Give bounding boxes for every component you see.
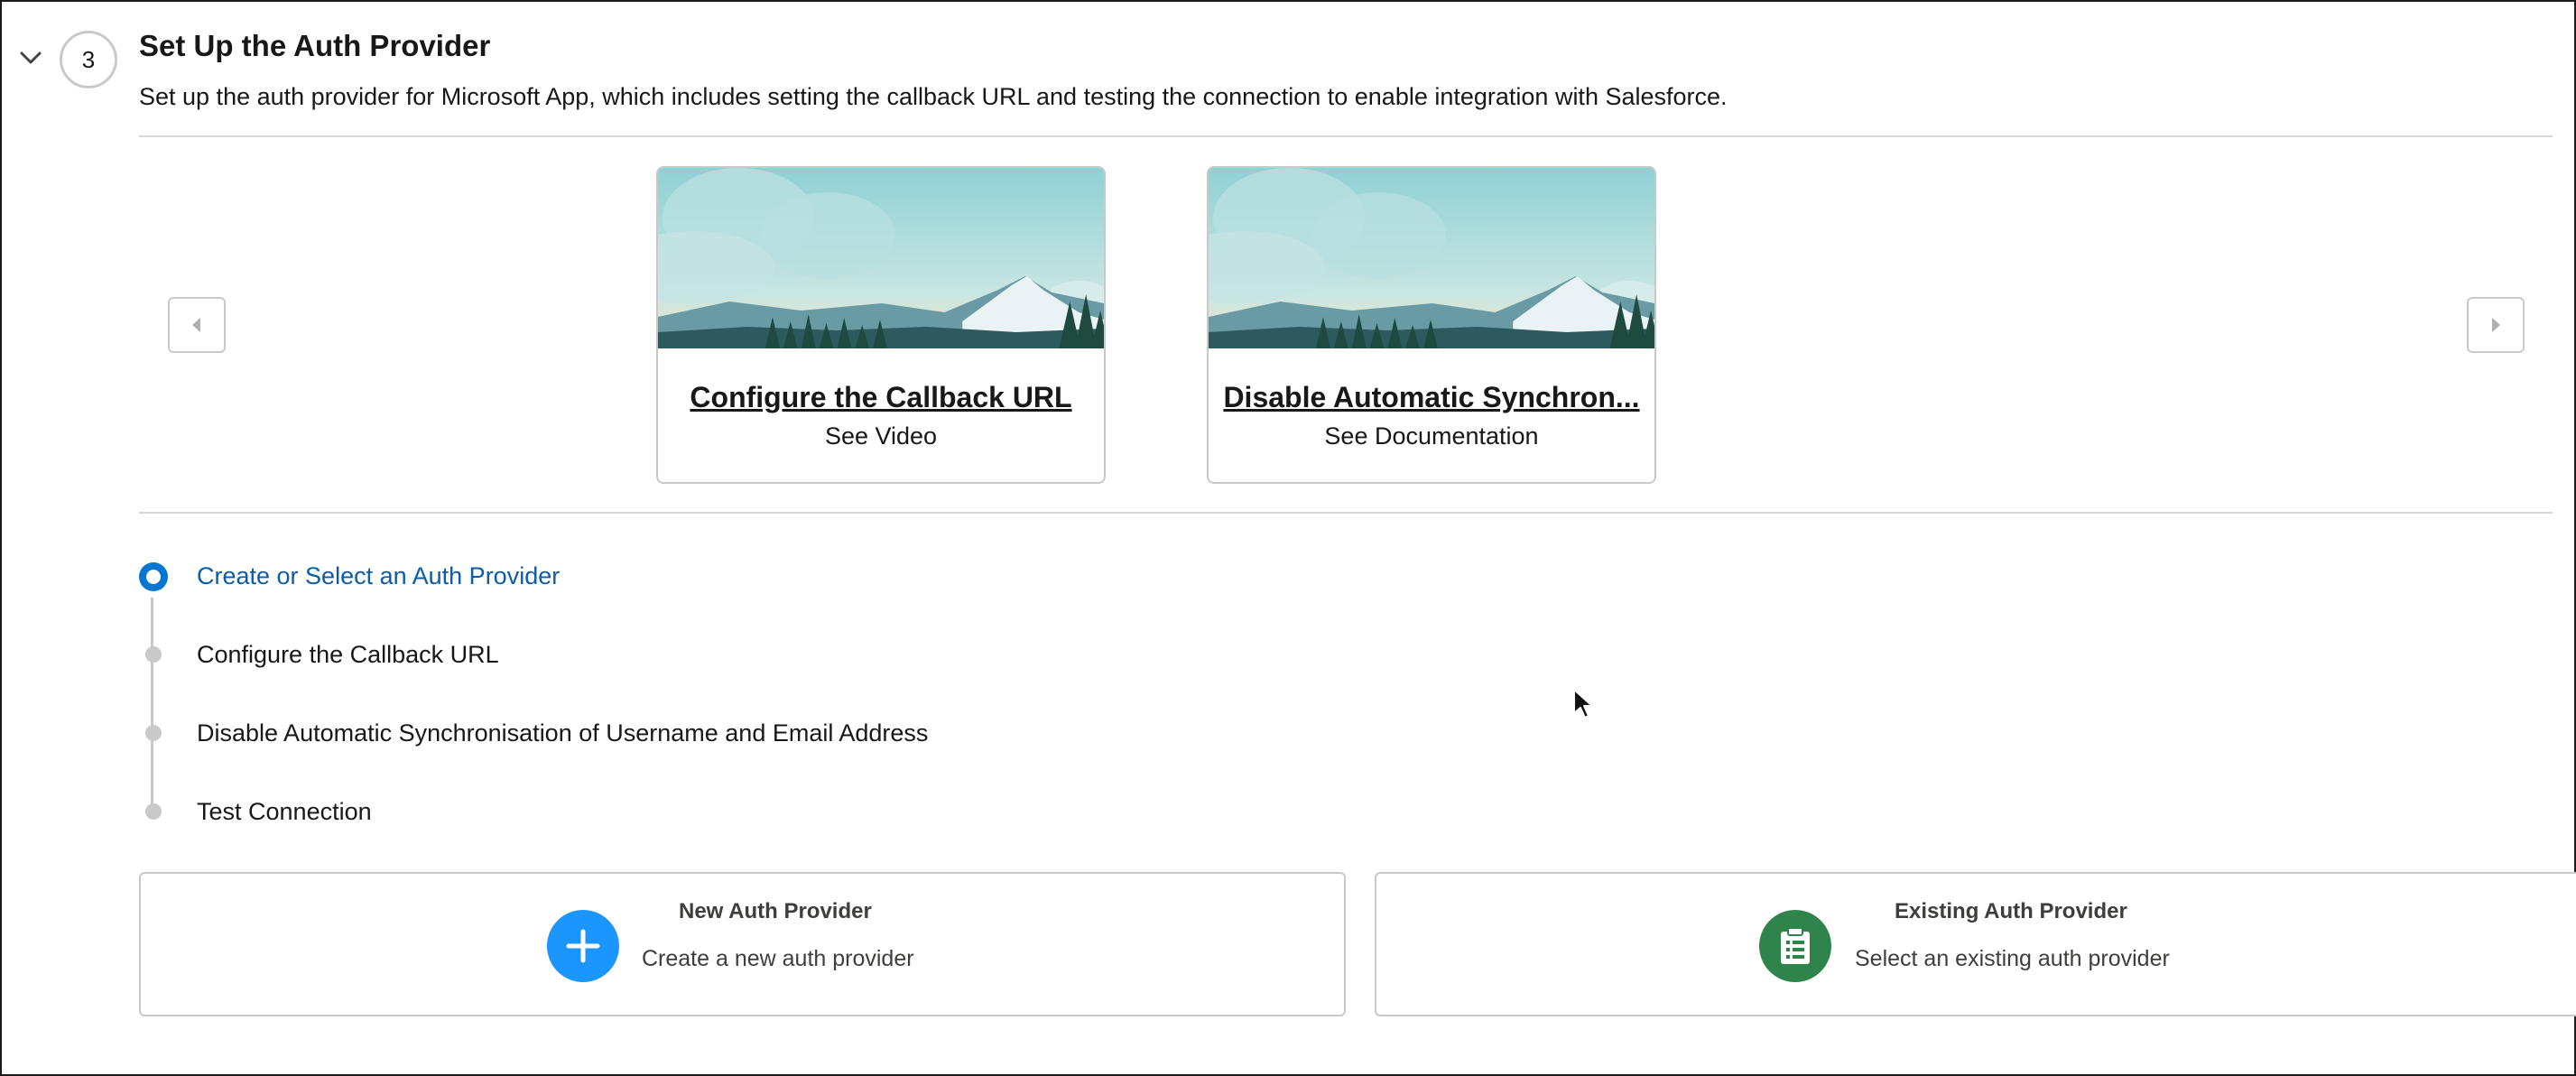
add-icon xyxy=(547,910,619,982)
tile-description: Create a new auth provider xyxy=(642,946,914,971)
card-subtitle: See Documentation xyxy=(1324,422,1539,450)
new-auth-provider-tile[interactable]: New Auth Provider Create a new auth prov… xyxy=(139,872,1346,1016)
landscape-image xyxy=(658,168,1104,348)
mouse-cursor-icon xyxy=(1573,689,1593,719)
card-title-link[interactable]: Configure the Callback URL xyxy=(669,381,1093,414)
caret-right-icon xyxy=(2492,318,2500,332)
landscape-image xyxy=(1209,168,1654,348)
section-title: Set Up the Auth Provider xyxy=(139,29,491,62)
divider xyxy=(139,135,2553,137)
chevron-down-icon[interactable] xyxy=(18,45,43,70)
resource-card[interactable]: Disable Automatic Synchron... See Docume… xyxy=(1207,166,1656,484)
step-indicator xyxy=(145,646,162,663)
step-test-connection[interactable]: Test Connection xyxy=(197,798,372,826)
step-configure-callback-url[interactable]: Configure the Callback URL xyxy=(197,641,499,669)
tile-title: Existing Auth Provider xyxy=(1895,899,2127,923)
carousel-next-button[interactable] xyxy=(2467,297,2525,353)
setup-step-panel: 3 Set Up the Auth Provider Set up the au… xyxy=(0,0,2576,1076)
step-disable-automatic-sync[interactable]: Disable Automatic Synchronisation of Use… xyxy=(197,719,928,747)
caret-left-icon xyxy=(192,318,200,332)
clipboard-list-icon xyxy=(1759,910,1831,982)
progress-connector-line xyxy=(151,598,153,811)
active-step-indicator xyxy=(139,562,168,591)
step-create-select-auth-provider[interactable]: Create or Select an Auth Provider xyxy=(197,562,560,590)
card-subtitle: See Video xyxy=(824,422,938,450)
carousel-previous-button[interactable] xyxy=(168,297,226,353)
step-indicator xyxy=(145,803,162,820)
section-description: Set up the auth provider for Microsoft A… xyxy=(139,83,1728,110)
tile-description: Select an existing auth provider xyxy=(1855,946,2170,971)
tile-title: New Auth Provider xyxy=(679,899,872,923)
existing-auth-provider-tile[interactable]: Existing Auth Provider Select an existin… xyxy=(1375,872,2576,1016)
resource-card[interactable]: Configure the Callback URL See Video xyxy=(656,166,1106,484)
step-indicator xyxy=(145,725,162,741)
card-title-link[interactable]: Disable Automatic Synchron... xyxy=(1219,381,1644,414)
step-number-badge: 3 xyxy=(60,31,117,88)
divider xyxy=(139,512,2553,514)
